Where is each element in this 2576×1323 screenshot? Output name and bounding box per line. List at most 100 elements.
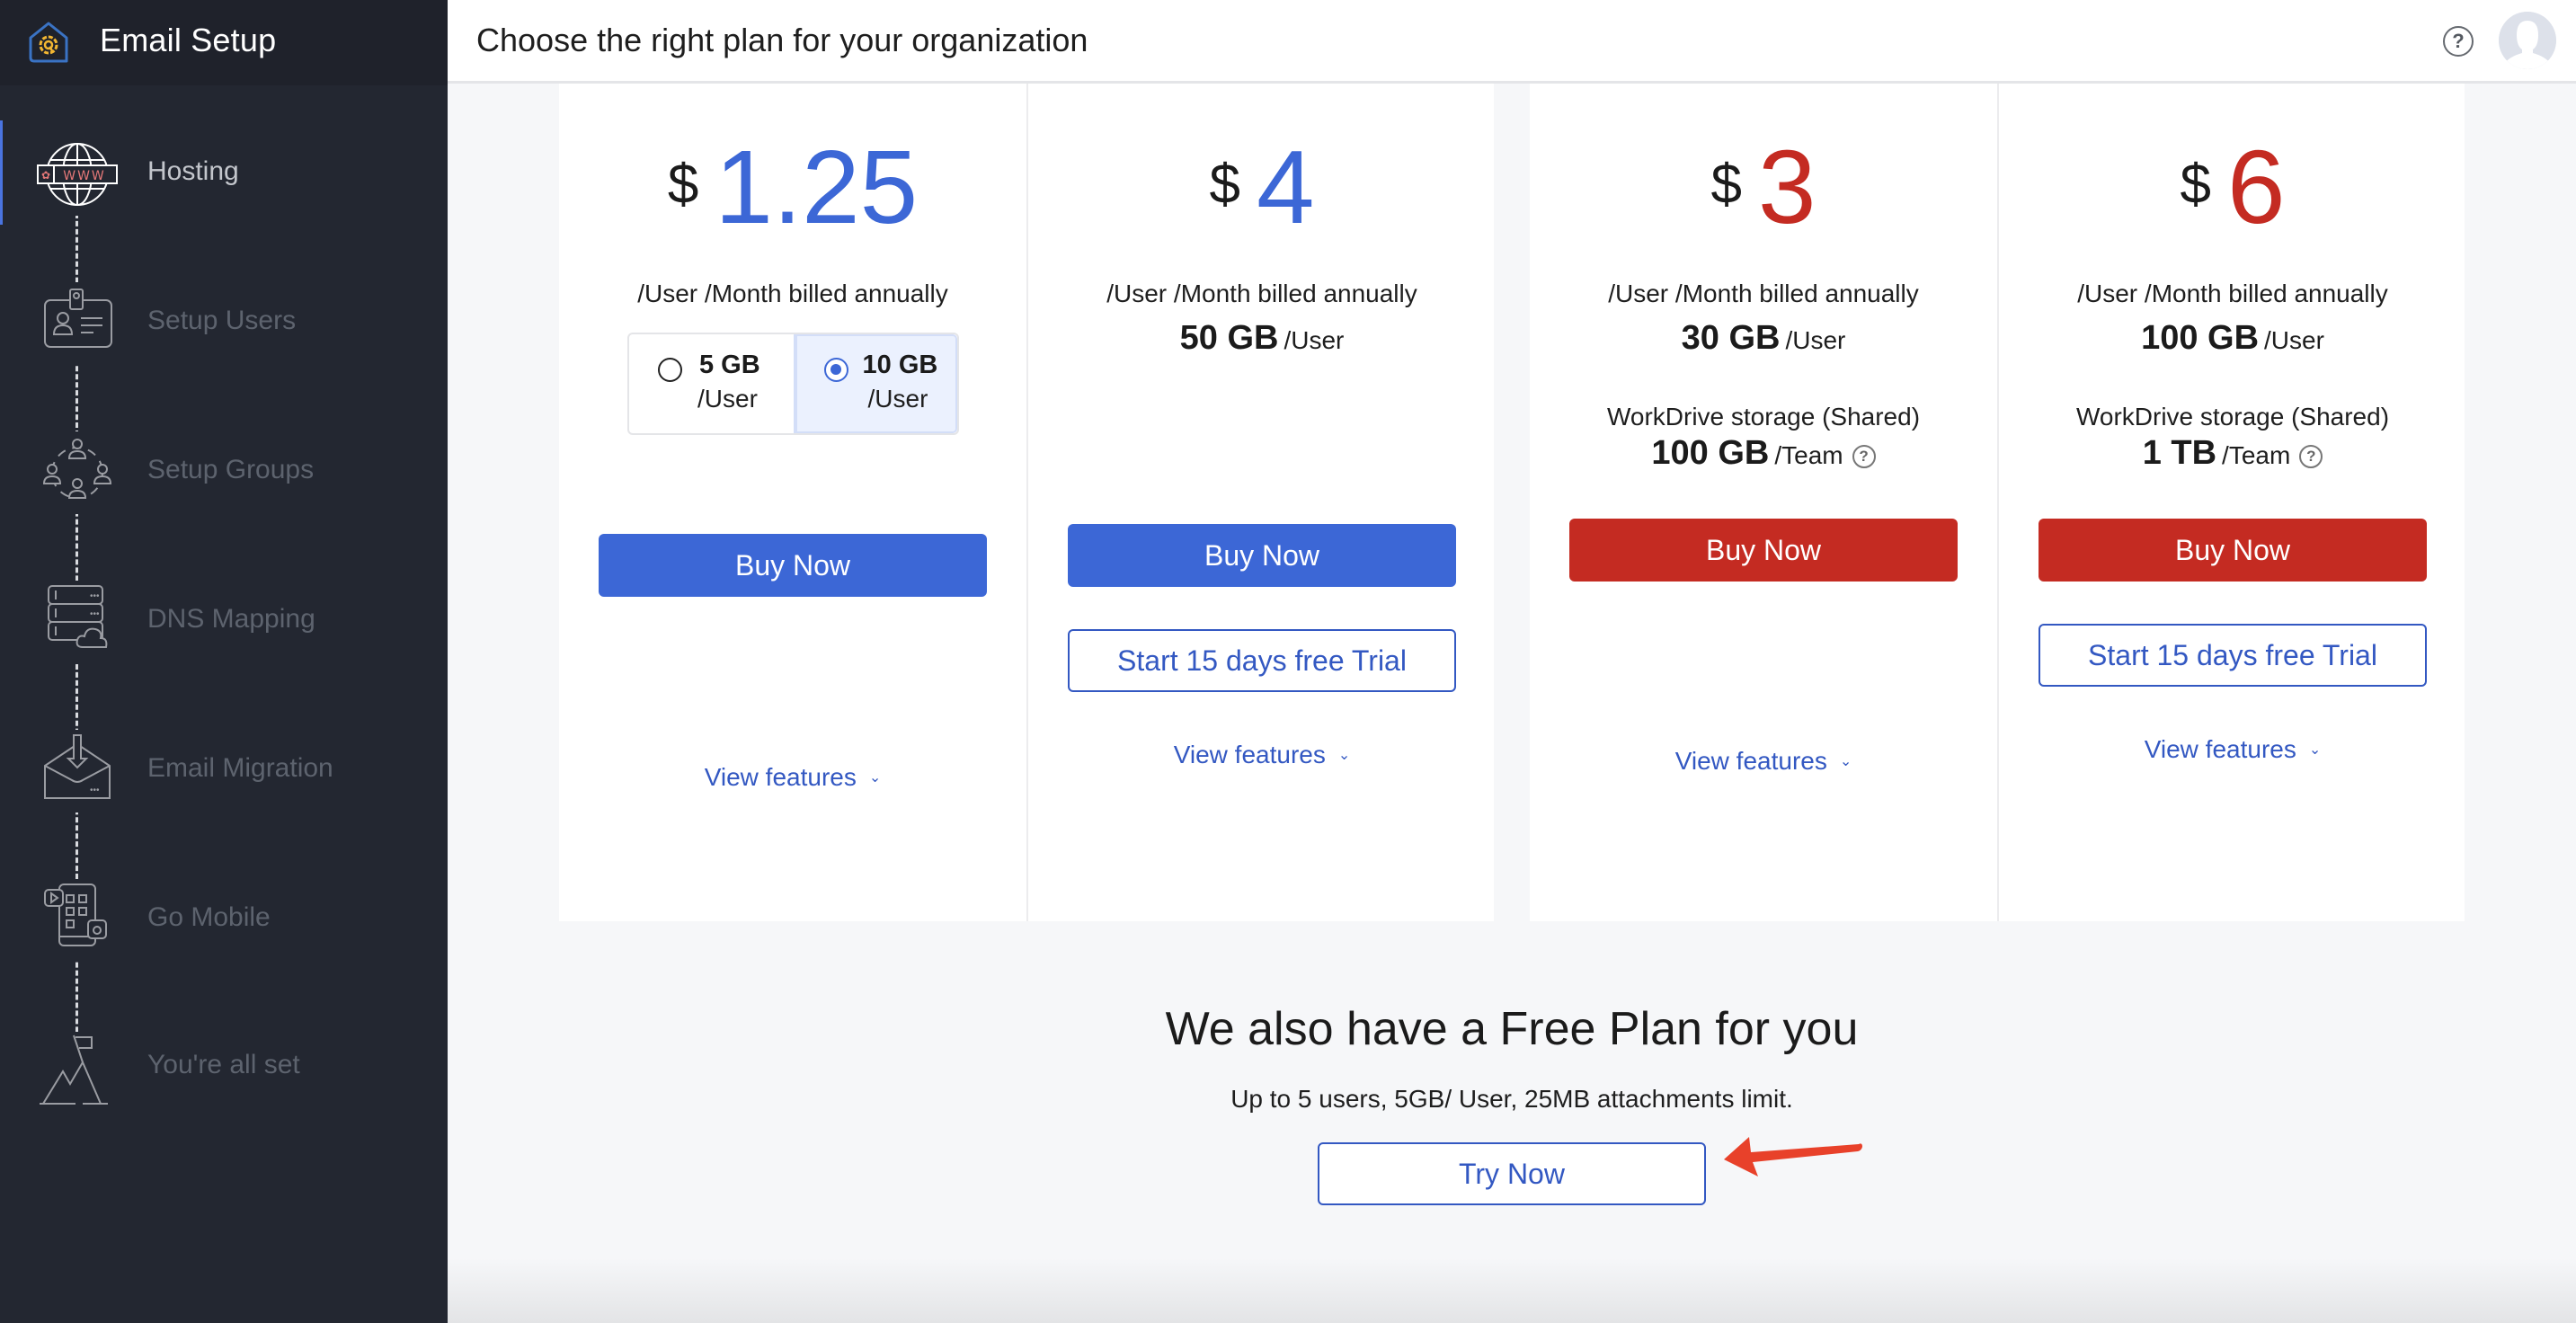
storage-amount: 50 GB/User bbox=[1028, 319, 1496, 358]
server-cloud-icon: ••• ••• bbox=[36, 581, 119, 663]
globe-www-icon: ✿ WWW bbox=[36, 133, 119, 216]
start-trial-button[interactable]: Start 15 days free Trial bbox=[1068, 629, 1456, 692]
storage-size: 30 GB bbox=[1681, 319, 1781, 357]
top-header: Choose the right plan for your organizat… bbox=[448, 0, 2576, 84]
workdrive-amount: 100 GB/Team? bbox=[1530, 434, 1997, 473]
workdrive-amount: 1 TB/Team? bbox=[1999, 434, 2466, 473]
start-trial-button[interactable]: Start 15 days free Trial bbox=[2039, 624, 2427, 687]
annotation-arrow-icon bbox=[1724, 1137, 1862, 1176]
step-label: You're all set bbox=[147, 1050, 300, 1079]
chevron-down-icon: ⌄ bbox=[2308, 742, 2322, 758]
price-amount: 1.25 bbox=[715, 129, 919, 245]
view-features-link[interactable]: View features ⌄ bbox=[1028, 741, 1496, 769]
view-features-label: View features bbox=[1173, 741, 1326, 768]
view-features-link[interactable]: View features ⌄ bbox=[559, 763, 1026, 792]
radio-button[interactable] bbox=[658, 358, 682, 382]
step-label: Setup Users bbox=[147, 306, 297, 335]
billing-text: /User /Month billed annually bbox=[1106, 280, 1417, 307]
storage-amount: 30 GB/User bbox=[1530, 319, 1997, 358]
plan-price: $6 bbox=[1999, 127, 2466, 247]
view-features-link[interactable]: View features ⌄ bbox=[1999, 735, 2466, 764]
sidebar-step-setup-users[interactable]: Setup Users bbox=[0, 273, 448, 372]
plan-price: $3 bbox=[1530, 127, 1997, 247]
storage-unit: /User bbox=[1284, 326, 1345, 354]
view-features-link[interactable]: View features ⌄ bbox=[1530, 747, 1997, 776]
buy-now-button[interactable]: Buy Now bbox=[2039, 519, 2427, 582]
mountain-flag-icon bbox=[36, 1032, 119, 1114]
storage-size: 50 GB bbox=[1179, 319, 1279, 357]
svg-text:•••: ••• bbox=[90, 591, 100, 601]
chevron-down-icon: ⌄ bbox=[1337, 748, 1351, 763]
step-label: DNS Mapping bbox=[147, 604, 315, 634]
currency-symbol: $ bbox=[1710, 154, 1742, 216]
sidebar: Email Setup ✿ WWW Hosting Setup Users Se… bbox=[0, 0, 448, 1323]
sidebar-header: Email Setup bbox=[0, 0, 448, 85]
svg-text:✿: ✿ bbox=[41, 169, 50, 182]
price-amount: 4 bbox=[1256, 129, 1315, 245]
plan-group-basic: $1.25 /User /Month billed annually 5 GB … bbox=[559, 84, 1494, 921]
user-avatar-icon[interactable] bbox=[2499, 12, 2556, 69]
free-plan-subtitle: Up to 5 users, 5GB/ User, 25MB attachmen… bbox=[1230, 1085, 1793, 1113]
storage-toggle: 5 GB /User 10 GB /User bbox=[627, 333, 959, 435]
free-plan-title: We also have a Free Plan for you bbox=[1165, 1003, 1859, 1055]
workdrive-size: 1 TB bbox=[2142, 434, 2217, 472]
currency-symbol: $ bbox=[667, 154, 699, 216]
storage-option-5gb[interactable]: 5 GB /User bbox=[629, 334, 794, 433]
id-badge-icon bbox=[36, 282, 119, 365]
buy-now-button[interactable]: Buy Now bbox=[1068, 524, 1456, 587]
mobile-apps-icon bbox=[36, 879, 119, 962]
workdrive-unit: /Team bbox=[1774, 441, 1843, 469]
storage-unit: /User bbox=[1785, 326, 1846, 354]
chevron-down-icon: ⌄ bbox=[1839, 754, 1852, 769]
billing-text: /User /Month billed annually bbox=[637, 280, 948, 307]
plan-price: $1.25 bbox=[559, 127, 1026, 247]
sidebar-step-hosting[interactable]: ✿ WWW Hosting bbox=[0, 124, 448, 223]
price-amount: 3 bbox=[1757, 129, 1817, 245]
svg-text:•••: ••• bbox=[90, 609, 100, 619]
radio-button-selected[interactable] bbox=[823, 358, 848, 382]
option-unit: /User bbox=[697, 385, 758, 413]
currency-symbol: $ bbox=[2180, 154, 2211, 216]
bottom-edge bbox=[448, 1258, 2576, 1323]
option-unit: /User bbox=[867, 385, 928, 413]
workdrive-label: WorkDrive storage (Shared) bbox=[2075, 403, 2390, 431]
view-features-label: View features bbox=[1674, 747, 1827, 775]
house-gear-icon bbox=[29, 22, 68, 63]
info-question-icon[interactable]: ? bbox=[2299, 445, 2323, 468]
option-size: 5 GB bbox=[699, 351, 760, 379]
storage-unit: /User bbox=[2264, 326, 2324, 354]
workdrive-size: 100 GB bbox=[1651, 434, 1770, 472]
buy-now-button[interactable]: Buy Now bbox=[599, 534, 987, 597]
group-circle-icon bbox=[36, 431, 119, 514]
info-question-icon[interactable]: ? bbox=[1852, 445, 1876, 468]
step-label: Go Mobile bbox=[147, 902, 271, 932]
help-icon[interactable]: ? bbox=[2443, 26, 2474, 57]
app-title: Email Setup bbox=[100, 22, 277, 58]
svg-text:•••: ••• bbox=[90, 786, 100, 795]
svg-text:WWW: WWW bbox=[63, 169, 106, 183]
view-features-label: View features bbox=[2144, 735, 2296, 763]
step-label: Email Migration bbox=[147, 753, 333, 783]
storage-amount: 100 GB/User bbox=[1999, 319, 2466, 358]
storage-option-10gb[interactable]: 10 GB /User bbox=[793, 334, 957, 433]
try-now-button[interactable]: Try Now bbox=[1318, 1142, 1706, 1205]
workdrive-unit: /Team bbox=[2222, 441, 2291, 469]
buy-now-button[interactable]: Buy Now bbox=[1569, 519, 1958, 582]
plan-group-workplace: $3 /User /Month billed annually 30 GB/Us… bbox=[1530, 84, 2465, 921]
price-amount: 6 bbox=[2226, 129, 2286, 245]
billing-text: /User /Month billed annually bbox=[2077, 280, 2388, 307]
storage-size: 100 GB bbox=[2141, 319, 2260, 357]
plan-price: $4 bbox=[1028, 127, 1496, 247]
chevron-down-icon: ⌄ bbox=[868, 770, 882, 786]
plan-card-4: $6 /User /Month billed annually 100 GB/U… bbox=[1997, 84, 2465, 921]
step-label: Setup Groups bbox=[147, 455, 315, 484]
plan-card-1: $1.25 /User /Month billed annually 5 GB … bbox=[559, 84, 1026, 921]
view-features-label: View features bbox=[704, 763, 857, 791]
step-label: Hosting bbox=[147, 156, 239, 186]
sidebar-step-dns-mapping[interactable]: ••• ••• DNS Mapping bbox=[0, 572, 448, 670]
sidebar-step-setup-groups[interactable]: Setup Groups bbox=[0, 422, 448, 521]
sidebar-step-go-mobile[interactable]: Go Mobile bbox=[0, 870, 448, 969]
sidebar-step-all-set[interactable]: You're all set bbox=[0, 1019, 448, 1118]
sidebar-step-email-migration[interactable]: ••• Email Migration bbox=[0, 721, 448, 820]
option-size: 10 GB bbox=[862, 351, 938, 379]
